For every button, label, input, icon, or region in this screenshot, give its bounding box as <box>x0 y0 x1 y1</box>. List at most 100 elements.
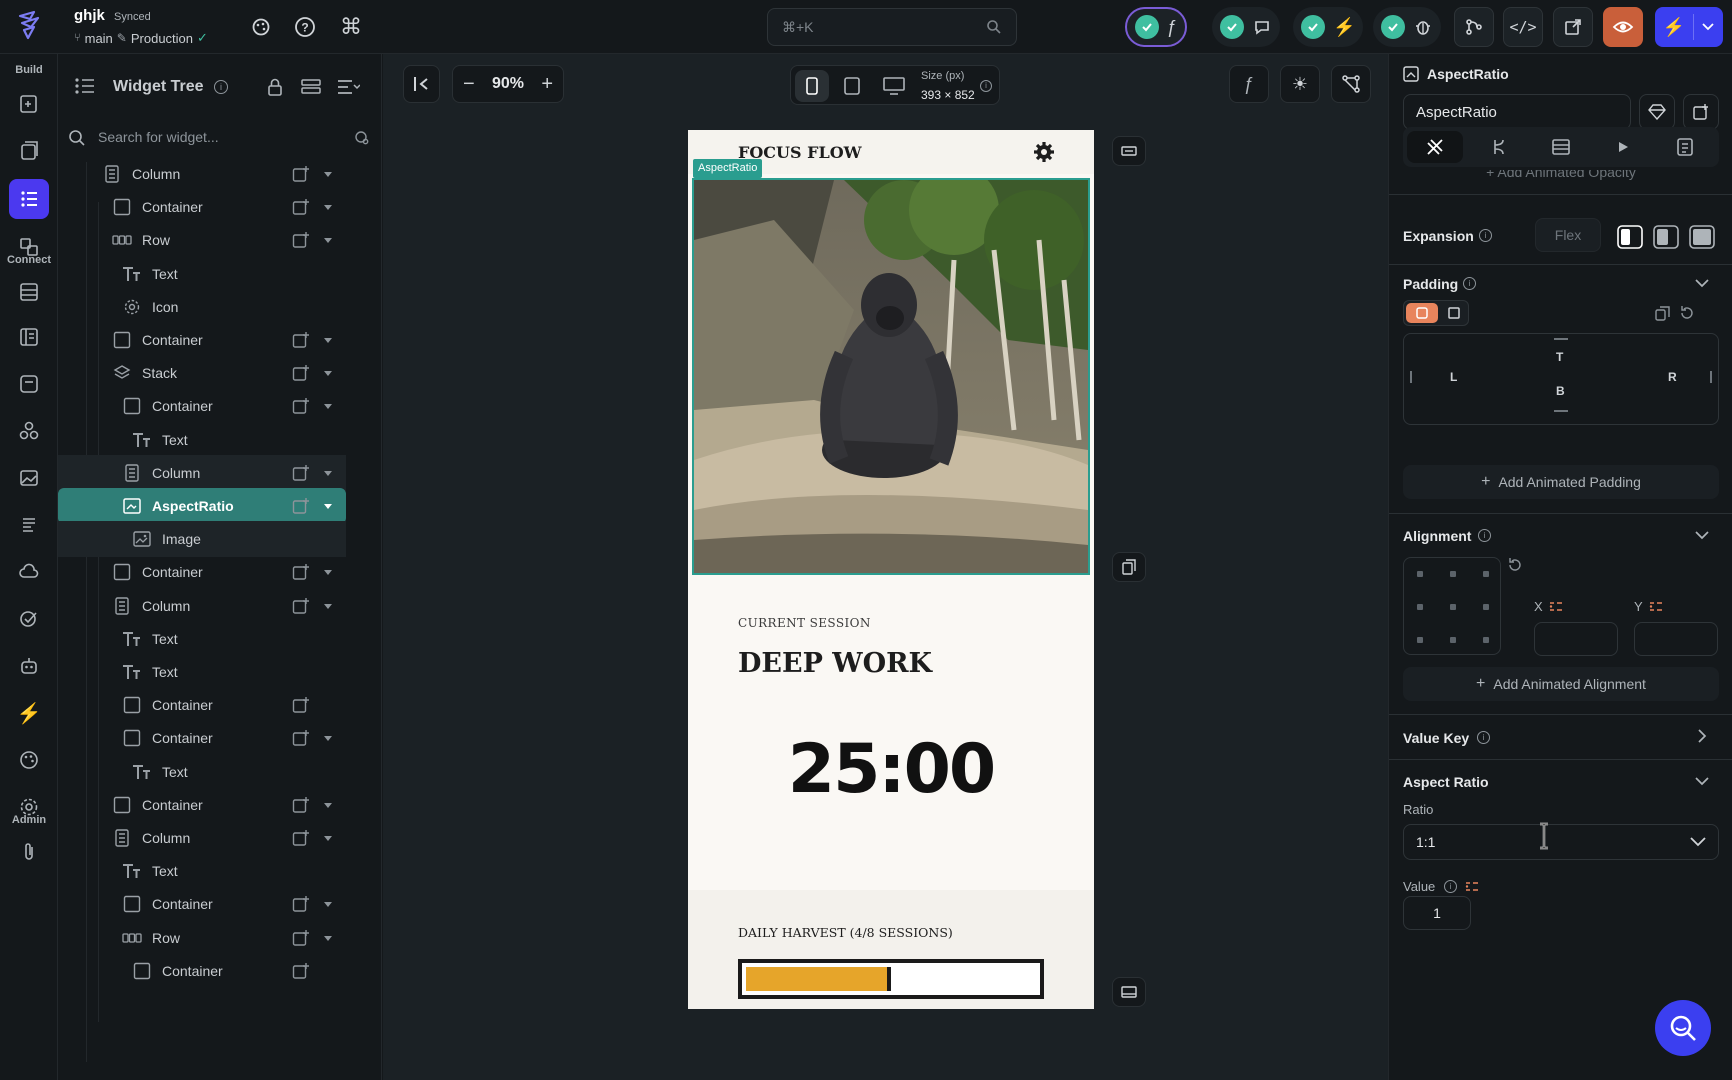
padding-bottom-handle[interactable] <box>1554 410 1568 412</box>
flutterflow-icon[interactable]: ƒ <box>1229 65 1269 103</box>
add-child-icon[interactable] <box>292 231 310 249</box>
bottom-nav-toggle-icon[interactable] <box>1112 977 1146 1007</box>
info-icon[interactable]: i <box>214 80 228 94</box>
widget-search-input[interactable]: Search for widget... <box>58 118 381 158</box>
tree-item-container[interactable]: Container <box>58 787 346 823</box>
tree-item-icon[interactable]: Icon <box>58 289 346 325</box>
chevron-down-icon[interactable] <box>1695 531 1709 540</box>
zoom-out-icon[interactable]: − <box>463 73 475 96</box>
chevron-down-icon[interactable] <box>1695 777 1709 786</box>
comments-chip[interactable] <box>1212 7 1280 47</box>
add-child-icon[interactable] <box>292 729 310 747</box>
dropdown-caret-icon[interactable] <box>324 603 332 609</box>
branch-selector[interactable]: ⑂ main ✎ Production ✓ <box>74 30 208 46</box>
preview-eye-icon[interactable] <box>1603 7 1643 47</box>
info-icon[interactable]: i <box>980 80 992 92</box>
tree-item-container[interactable]: Container <box>58 953 346 989</box>
dropdown-caret-icon[interactable] <box>324 238 332 244</box>
tree-item-image[interactable]: Image <box>58 521 346 558</box>
aspect-ratio-image[interactable] <box>692 178 1090 575</box>
dropdown-caret-icon[interactable] <box>324 836 332 841</box>
cloud-icon[interactable] <box>9 552 49 592</box>
database-icon[interactable] <box>9 272 49 312</box>
info-icon[interactable]: i <box>1479 229 1492 242</box>
actions-chip[interactable]: ⚡ <box>1293 7 1364 47</box>
add-animated-padding-button[interactable]: + Add Animated Padding <box>1403 465 1719 499</box>
tree-item-column[interactable]: Column <box>58 588 346 624</box>
add-child-icon[interactable] <box>292 696 310 714</box>
alignment-y-input[interactable] <box>1634 622 1718 656</box>
dropdown-caret-icon[interactable] <box>324 470 332 476</box>
appbar-toggle-icon[interactable] <box>1112 136 1146 166</box>
add-child-icon[interactable] <box>292 497 310 515</box>
tree-item-container[interactable]: Container <box>58 687 346 723</box>
add-child-icon[interactable] <box>292 331 310 349</box>
settings-gear-icon[interactable] <box>1032 140 1056 164</box>
add-child-icon[interactable] <box>292 364 310 382</box>
help-icon[interactable]: ? <box>290 12 320 42</box>
open-external-icon[interactable] <box>1553 7 1593 47</box>
tree-item-column[interactable]: Column <box>58 820 346 856</box>
dropdown-caret-icon[interactable] <box>324 504 332 509</box>
run-button[interactable]: ⚡ <box>1655 7 1723 47</box>
dropdown-caret-icon[interactable] <box>324 570 332 576</box>
info-icon[interactable]: i <box>1463 277 1476 290</box>
add-child-icon[interactable] <box>292 464 310 482</box>
info-icon[interactable]: i <box>1478 529 1491 542</box>
add-child-icon[interactable] <box>292 895 310 913</box>
add-child-icon[interactable] <box>292 929 310 947</box>
app-state-icon[interactable] <box>9 364 49 404</box>
code-icon[interactable]: </> <box>1503 7 1543 47</box>
padding-right-handle[interactable] <box>1710 371 1712 383</box>
alignment-grid[interactable] <box>1403 557 1501 655</box>
padding-left-handle[interactable] <box>1410 371 1412 383</box>
command-search[interactable]: ⌘+K <box>767 8 1017 46</box>
search-filter-icon[interactable] <box>354 130 370 146</box>
tree-item-container[interactable]: Container <box>58 886 346 922</box>
media-assets-icon[interactable] <box>9 458 49 498</box>
dropdown-caret-icon[interactable] <box>324 802 332 808</box>
tree-item-column[interactable]: Column <box>58 156 346 192</box>
tree-item-aspectratio[interactable]: AspectRatio <box>58 488 346 524</box>
search-assistant-button[interactable] <box>1655 1000 1711 1056</box>
pages-icon[interactable] <box>9 131 49 171</box>
zoom-in-icon[interactable]: + <box>541 73 553 96</box>
dropdown-caret-icon[interactable] <box>324 205 332 211</box>
add-child-icon[interactable] <box>292 962 310 980</box>
ratio-select[interactable]: 1:1 <box>1403 824 1719 860</box>
expansion-flexible-icon[interactable] <box>1653 225 1679 249</box>
debug-chip[interactable] <box>1373 7 1441 47</box>
variable-icon[interactable] <box>1464 880 1480 894</box>
value-key-label[interactable]: Value Key <box>1403 730 1469 746</box>
tree-item-text[interactable]: Text <box>58 654 346 690</box>
widget-name-input[interactable]: AspectRatio <box>1403 94 1631 130</box>
light-mode-sun-icon[interactable]: ☀ <box>1280 65 1320 103</box>
tree-item-container[interactable]: Container <box>58 322 346 358</box>
logs-icon[interactable] <box>9 505 49 545</box>
padding-top-handle[interactable] <box>1554 338 1568 340</box>
tree-item-container[interactable]: Container <box>58 720 346 756</box>
add-page-icon[interactable] <box>9 83 49 123</box>
variable-icon[interactable] <box>1548 600 1564 614</box>
info-icon[interactable]: i <box>1444 880 1457 893</box>
dropdown-caret-icon[interactable] <box>324 736 332 742</box>
tree-item-text[interactable]: Text <box>58 754 346 790</box>
reset-icon[interactable] <box>1679 305 1695 321</box>
share-icon[interactable] <box>1454 7 1494 47</box>
reset-icon[interactable] <box>1507 557 1523 573</box>
tree-item-text[interactable]: Text <box>58 256 346 292</box>
actions-tab-icon[interactable] <box>1471 131 1527 163</box>
dropdown-caret-icon[interactable] <box>324 404 332 410</box>
copy-icon[interactable] <box>1655 305 1671 321</box>
add-child-icon[interactable] <box>292 198 310 216</box>
add-child-icon[interactable] <box>292 397 310 415</box>
expansion-expanded-icon[interactable] <box>1689 225 1715 249</box>
palette-icon[interactable] <box>246 12 276 42</box>
backend-query-tab-icon[interactable] <box>1533 131 1589 163</box>
dropdown-caret-icon[interactable] <box>324 935 332 941</box>
collapse-panel-icon[interactable] <box>403 65 440 103</box>
tablet-device-icon[interactable] <box>835 70 869 102</box>
expansion-flex-button[interactable]: Flex <box>1535 218 1601 252</box>
tree-item-container[interactable]: Container <box>58 388 346 424</box>
tree-item-container[interactable]: Container <box>58 554 346 590</box>
